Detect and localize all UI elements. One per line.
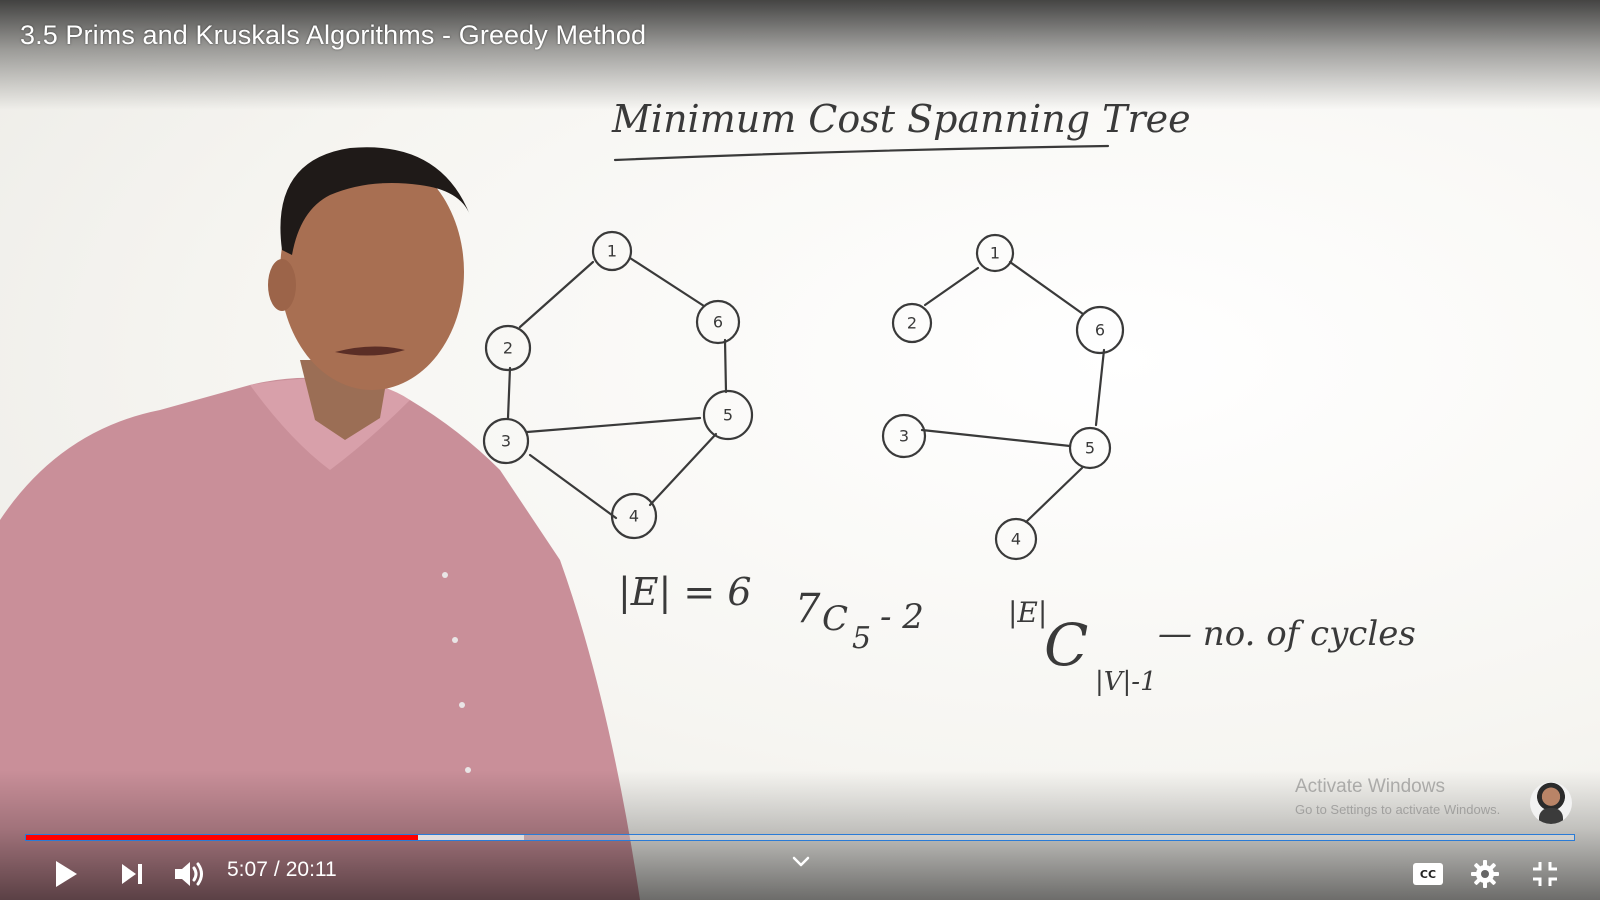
gear-icon xyxy=(1471,860,1499,888)
current-time: 5:07 xyxy=(227,858,268,881)
time-separator: / xyxy=(273,858,280,881)
progress-played xyxy=(26,835,418,840)
time-display: 5:07/20:11 xyxy=(227,858,337,882)
closed-captions-icon: CC xyxy=(1413,863,1443,885)
svg-text:CC: CC xyxy=(1420,868,1436,881)
exit-fullscreen-icon xyxy=(1533,862,1557,886)
next-icon xyxy=(122,864,142,884)
windows-activation-watermark: Activate Windows Go to Settings to activ… xyxy=(1295,776,1500,817)
presenter xyxy=(0,147,640,900)
video-frame[interactable]: Minimum Cost Spanning Tree 1 2 3 4 5 6 1 xyxy=(0,0,1600,900)
play-icon xyxy=(56,861,77,887)
volume-icon xyxy=(175,862,203,886)
exit-fullscreen-button[interactable] xyxy=(1525,854,1565,894)
settings-button[interactable] xyxy=(1465,854,1505,894)
watermark-subtitle: Go to Settings to activate Windows. xyxy=(1295,802,1501,817)
player-controls: 5:07/20:11 CC xyxy=(0,850,1600,900)
captions-button[interactable]: CC xyxy=(1408,856,1448,892)
chevron-button[interactable] xyxy=(786,850,816,874)
watermark-title: Activate Windows xyxy=(1295,776,1445,797)
chevron-down-icon xyxy=(792,856,810,867)
play-button[interactable] xyxy=(46,854,86,894)
progress-bar[interactable] xyxy=(25,834,1575,841)
top-gradient xyxy=(0,0,1600,110)
duration: 20:11 xyxy=(285,858,337,881)
channel-avatar[interactable] xyxy=(1530,782,1572,824)
next-button[interactable] xyxy=(112,854,152,894)
video-title[interactable]: 3.5 Prims and Kruskals Algorithms - Gree… xyxy=(20,20,646,51)
volume-button[interactable] xyxy=(168,854,212,894)
